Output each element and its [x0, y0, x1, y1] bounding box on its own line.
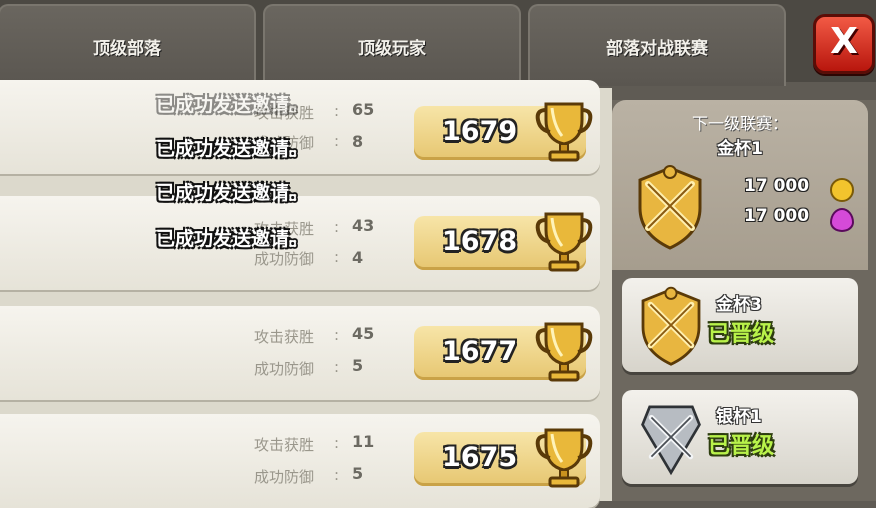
trophy-score: 1677	[442, 336, 518, 367]
defense-wins-value: 4	[352, 248, 364, 267]
defense-wins-label: 成功防御	[254, 360, 315, 378]
elixir-drop-icon	[830, 208, 854, 232]
tab-top-clans[interactable]: 顶级部落	[0, 4, 256, 86]
player-row[interactable]: 攻击获胜 : 11 成功防御 : 5 1675	[0, 414, 600, 508]
next-league-title: 下一级联赛：	[691, 114, 788, 133]
invite-sent-toast: 已成功发送邀请。	[156, 138, 309, 160]
close-icon: X	[830, 21, 858, 62]
tab-top-players[interactable]: 顶级玩家	[263, 4, 521, 86]
gold-coin-icon	[830, 178, 854, 202]
next-league-name: 金杯1	[717, 139, 763, 159]
trophy-count: 1675	[414, 428, 593, 488]
elixir-reward-amount: 17 000	[744, 206, 810, 226]
defense-wins-label: 成功防御	[254, 250, 315, 268]
player-row[interactable]: 攻击获胜 : 45 成功防御 : 5 1677	[0, 306, 600, 400]
trophy-icon	[535, 322, 593, 382]
gold-league-badge-icon	[638, 165, 702, 250]
invite-sent-toast: 已成功发送邀请。	[156, 94, 309, 116]
trophy-count: 1679	[414, 102, 593, 162]
silver-league-badge-icon	[641, 405, 701, 476]
attack-wins-value: 45	[352, 324, 375, 343]
tab-bar: 顶级部落 顶级玩家 部落对战联赛 X	[0, 0, 876, 86]
attack-wins-label: 攻击获胜	[254, 328, 315, 346]
attack-wins-value: 43	[352, 216, 375, 235]
league-status: 已晋级	[708, 434, 775, 459]
league-name: 银杯1	[716, 407, 762, 427]
trophy-count: 1678	[414, 212, 593, 272]
trophy-icon	[535, 428, 593, 488]
trophy-score: 1675	[442, 442, 518, 473]
colon: :	[334, 434, 340, 452]
tab-label: 顶级玩家	[358, 38, 426, 59]
colon: :	[334, 466, 340, 484]
colon: :	[334, 248, 340, 266]
attack-wins-value: 65	[352, 100, 375, 119]
attack-wins-value: 11	[352, 432, 375, 451]
tab-label: 部落对战联赛	[606, 38, 708, 59]
colon: :	[334, 218, 340, 236]
trophy-score: 1679	[442, 116, 518, 147]
gold-league-badge-icon	[641, 286, 701, 366]
colon: :	[334, 326, 340, 344]
trophy-icon	[535, 212, 593, 272]
defense-wins-value: 5	[352, 464, 364, 483]
defense-wins-label: 成功防御	[254, 468, 315, 486]
tab-label: 顶级部落	[93, 38, 161, 59]
invite-sent-toast: 已成功发送邀请。	[156, 182, 309, 204]
colon: :	[334, 102, 340, 120]
next-league-card: 下一级联赛： 金杯1 17 000 17 000	[612, 100, 868, 270]
league-button-gold-3[interactable]: 金杯3 已晋级	[622, 278, 858, 372]
league-status: 已晋级	[708, 322, 775, 347]
gold-reward-amount: 17 000	[744, 176, 810, 196]
colon: :	[334, 358, 340, 376]
league-button-silver-1[interactable]: 银杯1 已晋级	[622, 390, 858, 484]
defense-wins-value: 5	[352, 356, 364, 375]
attack-wins-label: 攻击获胜	[254, 436, 315, 454]
league-panel: 下一级联赛： 金杯1 17 000 17 000 金杯3 已晋级 银杯1 已晋级	[612, 100, 876, 501]
colon: :	[334, 132, 340, 150]
close-button[interactable]: X	[813, 14, 875, 74]
trophy-score: 1678	[442, 226, 518, 257]
tab-clan-war-leagues[interactable]: 部落对战联赛	[528, 4, 786, 86]
trophy-count: 1677	[414, 322, 593, 382]
league-name: 金杯3	[716, 295, 762, 315]
invite-sent-toast: 已成功发送邀请。	[156, 228, 309, 250]
defense-wins-value: 8	[352, 132, 364, 151]
trophy-icon	[535, 102, 593, 162]
